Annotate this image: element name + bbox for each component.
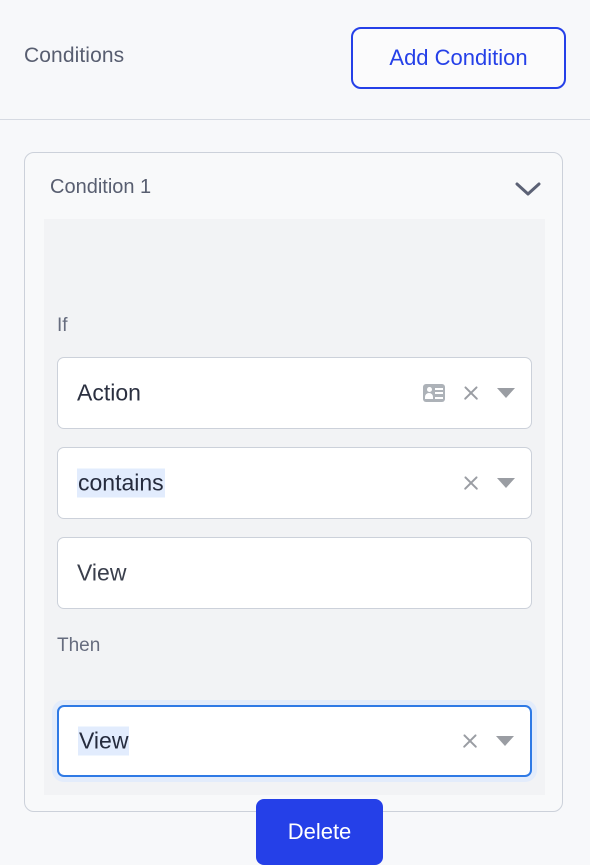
then-field-action-value: View (78, 726, 130, 756)
field-icon-group (423, 383, 515, 403)
dropdown-caret-icon[interactable] (496, 736, 514, 746)
field-icon-group (460, 731, 514, 751)
delete-condition-button[interactable]: Delete (256, 799, 383, 865)
card-line-2 (435, 392, 443, 394)
field-icon-group (461, 473, 515, 493)
chevron-down-icon[interactable] (514, 175, 542, 203)
person-head-shape (426, 387, 432, 392)
condition-field-value[interactable]: View (57, 537, 532, 609)
then-label: Then (57, 635, 101, 656)
then-field-action[interactable]: View (57, 705, 532, 777)
page-title: Conditions (24, 44, 125, 67)
condition-title: Condition 1 (50, 176, 152, 198)
clear-icon[interactable] (461, 473, 481, 493)
clear-icon[interactable] (460, 731, 480, 751)
condition-card-header: Condition 1 (25, 153, 562, 219)
conditions-header: Conditions Add Condition (0, 0, 590, 120)
condition-field-value-text: View (77, 559, 127, 586)
clear-icon[interactable] (461, 383, 481, 403)
dropdown-caret-icon[interactable] (497, 388, 515, 398)
condition-field-attribute[interactable]: Action (57, 357, 532, 429)
dropdown-caret-icon[interactable] (497, 478, 515, 488)
card-line-1 (435, 387, 443, 390)
contact-card-icon[interactable] (423, 384, 445, 402)
condition-field-operator[interactable]: contains (57, 447, 532, 519)
condition-body-panel: If Action contains View Then View Delete (44, 219, 545, 865)
condition-field-attribute-value: Action (77, 379, 141, 406)
card-line-3 (435, 396, 443, 399)
condition-field-operator-value: contains (77, 468, 165, 498)
person-body-shape (425, 393, 433, 399)
condition-card: Condition 1 If Action contains View Then… (24, 152, 563, 865)
if-label: If (57, 315, 68, 336)
add-condition-button[interactable]: Add Condition (351, 27, 566, 89)
